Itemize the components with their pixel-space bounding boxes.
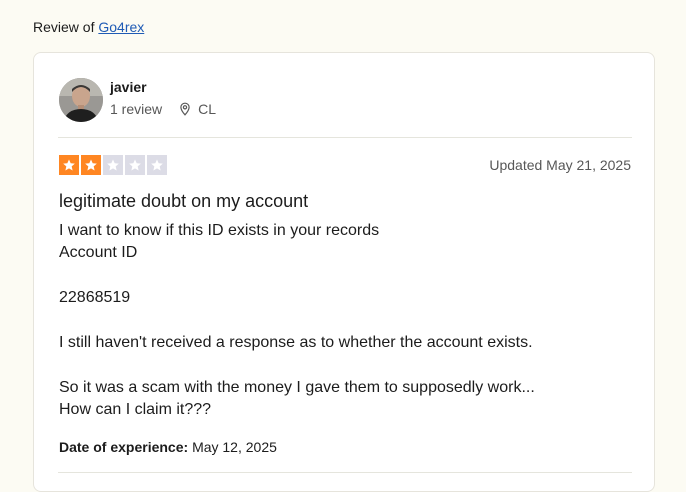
user-photo-icon xyxy=(59,78,103,122)
review-body: I want to know if this ID exists in your… xyxy=(59,222,535,419)
location-pin-icon xyxy=(178,102,192,116)
reviewer-meta: 1 review CL xyxy=(110,100,216,118)
review-of-header: Review of Go4rex xyxy=(33,18,144,36)
star-icon xyxy=(147,155,167,175)
star-icon xyxy=(103,155,123,175)
reviewer-name[interactable]: javier xyxy=(110,78,147,96)
company-link[interactable]: Go4rex xyxy=(98,19,144,35)
star-icon xyxy=(81,155,101,175)
divider xyxy=(58,137,632,138)
review-count: 1 review xyxy=(110,101,163,117)
star-icon xyxy=(125,155,145,175)
star-icon xyxy=(59,155,79,175)
review-card: javier 1 review CL Updated May 21, 2025 … xyxy=(33,52,655,492)
divider xyxy=(58,472,632,473)
experience-label: Date of experience: xyxy=(59,439,189,455)
experience-date: May 12, 2025 xyxy=(192,439,277,455)
date-of-experience: Date of experience: May 12, 2025 xyxy=(59,438,277,456)
review-updated-date: Updated May 21, 2025 xyxy=(489,157,631,173)
star-rating xyxy=(59,155,169,175)
reviewer-country: CL xyxy=(198,101,217,117)
review-title[interactable]: legitimate doubt on my account xyxy=(59,190,308,212)
avatar[interactable] xyxy=(59,78,103,122)
review-of-label: Review of xyxy=(33,19,95,35)
